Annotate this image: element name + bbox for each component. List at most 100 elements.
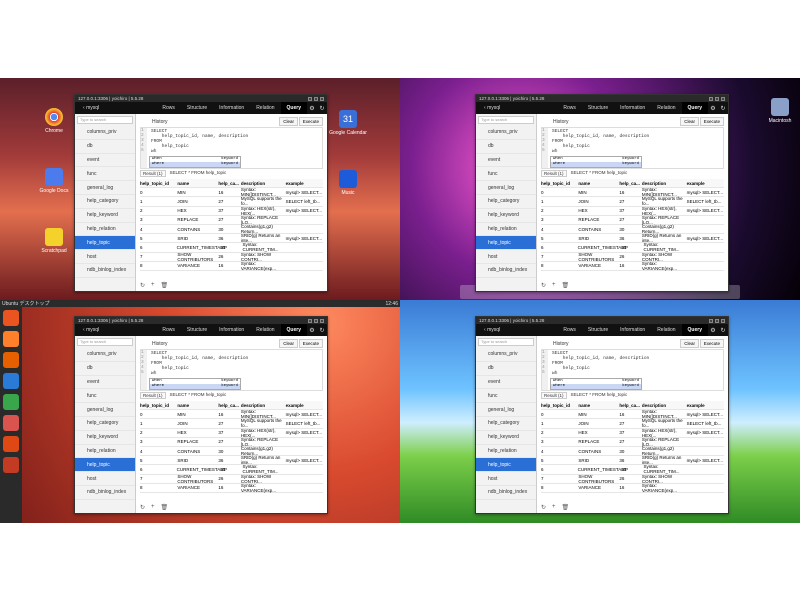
- sidebar-item-help-category[interactable]: help_category: [476, 195, 536, 209]
- add-icon[interactable]: +: [552, 282, 556, 289]
- minimize-button[interactable]: [308, 96, 312, 101]
- settings-icon[interactable]: [3, 457, 19, 473]
- tab-structure[interactable]: Structure: [582, 102, 614, 114]
- table-row[interactable]: 7 SHOW CONTRIBUTORS 26 Syntax: SHOW CONTRI.…: [541, 252, 724, 262]
- table-row[interactable]: 0 MIN 16 Syntax: MIN([DISTINCT... mysql> SEL…: [541, 409, 724, 420]
- tab-rows[interactable]: Rows: [156, 102, 181, 114]
- gear-icon[interactable]: ⚙: [307, 105, 317, 112]
- tab-query[interactable]: Query: [280, 324, 307, 336]
- tab-rows[interactable]: Rows: [156, 324, 181, 336]
- result-select[interactable]: Result (1): [140, 170, 166, 177]
- execute-button[interactable]: Execute: [699, 117, 724, 126]
- calc-icon[interactable]: [3, 394, 19, 410]
- sidebar-item-help-topic[interactable]: help_topic: [476, 458, 536, 473]
- gear-icon[interactable]: ⚙: [708, 105, 718, 112]
- tab-information[interactable]: Information: [213, 324, 250, 336]
- refresh-icon[interactable]: ↻: [541, 504, 546, 511]
- history-dropdown[interactable]: History: [553, 119, 569, 125]
- maximize-button[interactable]: [314, 96, 318, 101]
- tab-relation[interactable]: Relation: [651, 102, 681, 114]
- tab-relation[interactable]: Relation: [651, 324, 681, 336]
- tab-information[interactable]: Information: [213, 102, 250, 114]
- table-row[interactable]: 3 REPLACE 27 Syntax: REPLACE [LO...: [541, 437, 724, 447]
- close-button[interactable]: [721, 318, 725, 323]
- trash-icon[interactable]: 🗑: [562, 504, 570, 511]
- execute-button[interactable]: Execute: [298, 339, 323, 348]
- search-input[interactable]: Type to search: [77, 116, 133, 124]
- result-select[interactable]: Result (1): [140, 392, 166, 399]
- table-row[interactable]: 5 SRID 36 SRID(g) Returns an inte... mysql> …: [140, 233, 323, 244]
- writer-icon[interactable]: [3, 373, 19, 389]
- table-row[interactable]: 0 MIN 16 Syntax: MIN([DISTINCT... mysql> SEL…: [140, 409, 323, 420]
- sidebar-item-db[interactable]: db: [75, 140, 135, 154]
- tab-structure[interactable]: Structure: [181, 324, 213, 336]
- sidebar-item-help-category[interactable]: help_category: [75, 417, 135, 431]
- sidebar-item-event[interactable]: event: [476, 154, 536, 168]
- close-button[interactable]: [320, 318, 324, 323]
- clear-button[interactable]: Clear: [279, 117, 298, 126]
- table-row[interactable]: 8 VARIANCE 16 Syntax: VARIANCE(exp...: [541, 483, 724, 493]
- minimize-button[interactable]: [709, 96, 713, 101]
- sidebar-item-help-keyword[interactable]: help_keyword: [75, 209, 135, 223]
- sidebar-item-event[interactable]: event: [476, 376, 536, 390]
- sidebar-item-help-relation[interactable]: help_relation: [75, 445, 135, 459]
- tab-relation[interactable]: Relation: [250, 102, 280, 114]
- sidebar-item-host[interactable]: host: [476, 250, 536, 264]
- tab-rows[interactable]: Rows: [557, 102, 582, 114]
- maximize-button[interactable]: [715, 96, 719, 101]
- table-row[interactable]: 1 JOIN 27 MySQL supports the fo... SELECT le…: [541, 196, 724, 207]
- tab-information[interactable]: Information: [614, 324, 651, 336]
- sidebar-item-columns-priv[interactable]: columns_priv: [75, 348, 135, 362]
- table-row[interactable]: 2 HEX 37 Syntax: HEX(str), HEX(... mysql> SE…: [140, 206, 323, 216]
- refresh-icon[interactable]: ↻: [718, 327, 728, 334]
- result-select[interactable]: Result (1): [541, 170, 567, 177]
- autocomplete-item[interactable]: where keyword: [551, 162, 641, 167]
- table-row[interactable]: 2 HEX 37 Syntax: HEX(str), HEX(... mysql> SE…: [140, 428, 323, 438]
- sidebar-item-help-keyword[interactable]: help_keyword: [476, 209, 536, 223]
- table-row[interactable]: 1 JOIN 27 MySQL supports the fo... SELECT le…: [140, 196, 323, 207]
- sidebar-item-help-keyword[interactable]: help_keyword: [476, 431, 536, 445]
- database-selector[interactable]: ‹ mysql: [75, 105, 113, 111]
- close-button[interactable]: [320, 96, 324, 101]
- table-row[interactable]: 5 SRID 36 SRID(g) Returns an inte... mysql> …: [541, 233, 724, 244]
- sidebar-item-event[interactable]: event: [75, 154, 135, 168]
- sidebar-item-ndb-binlog-index[interactable]: ndb_binlog_index: [75, 264, 135, 278]
- tab-rows[interactable]: Rows: [557, 324, 582, 336]
- table-row[interactable]: 2 HEX 37 Syntax: HEX(str), HEX(... mysql> SE…: [541, 428, 724, 438]
- sidebar-item-host[interactable]: host: [75, 250, 135, 264]
- sidebar-item-host[interactable]: host: [75, 472, 135, 486]
- table-row[interactable]: 8 VARIANCE 16 Syntax: VARIANCE(exp...: [140, 261, 323, 271]
- sql-editor[interactable]: 12345 SELECT help_topic_id, name, descri…: [541, 127, 724, 169]
- maximize-button[interactable]: [314, 318, 318, 323]
- refresh-icon[interactable]: ↻: [140, 504, 145, 511]
- history-dropdown[interactable]: History: [553, 341, 569, 347]
- autocomplete-item[interactable]: where keyword: [150, 162, 240, 167]
- sidebar-item-event[interactable]: event: [75, 376, 135, 390]
- table-row[interactable]: 1 JOIN 27 MySQL supports the fo... SELECT le…: [140, 418, 323, 429]
- execute-button[interactable]: Execute: [298, 117, 323, 126]
- sidebar-item-general-log[interactable]: general_log: [476, 403, 536, 417]
- sidebar-item-ndb-binlog-index[interactable]: ndb_binlog_index: [476, 486, 536, 500]
- tab-structure[interactable]: Structure: [181, 102, 213, 114]
- table-row[interactable]: 3 REPLACE 27 Syntax: REPLACE [LO...: [541, 215, 724, 225]
- sidebar-item-ndb-binlog-index[interactable]: ndb_binlog_index: [476, 264, 536, 278]
- software-center-icon[interactable]: [3, 436, 19, 452]
- sidebar-item-func[interactable]: func: [75, 167, 135, 182]
- database-selector[interactable]: ‹ mysql: [476, 105, 514, 111]
- tab-relation[interactable]: Relation: [250, 324, 280, 336]
- table-row[interactable]: 7 SHOW CONTRIBUTORS 26 Syntax: SHOW CONTRI.…: [140, 252, 323, 262]
- trash-icon[interactable]: 🗑: [161, 282, 169, 289]
- table-row[interactable]: 4 CONTAINS 30 Contains(g1,g2) Return...: [541, 446, 724, 457]
- trash-icon[interactable]: 🗑: [562, 282, 570, 289]
- table-row[interactable]: 7 SHOW CONTRIBUTORS 26 Syntax: SHOW CONTRI.…: [140, 474, 323, 484]
- sidebar-item-help-category[interactable]: help_category: [476, 417, 536, 431]
- sql-editor[interactable]: 12345 SELECT help_topic_id, name, descri…: [541, 349, 724, 391]
- sidebar-item-general-log[interactable]: general_log: [476, 181, 536, 195]
- tab-query[interactable]: Query: [681, 102, 708, 114]
- sidebar-item-help-topic[interactable]: help_topic: [75, 236, 135, 251]
- sidebar-item-help-category[interactable]: help_category: [75, 195, 135, 209]
- tab-structure[interactable]: Structure: [582, 324, 614, 336]
- sidebar-item-help-topic[interactable]: help_topic: [75, 458, 135, 473]
- table-row[interactable]: 6 CURRENT_TIMESTAMP 31 Syntax: CURRENT_TIM.…: [541, 242, 724, 253]
- sidebar-item-columns-priv[interactable]: columns_priv: [476, 348, 536, 362]
